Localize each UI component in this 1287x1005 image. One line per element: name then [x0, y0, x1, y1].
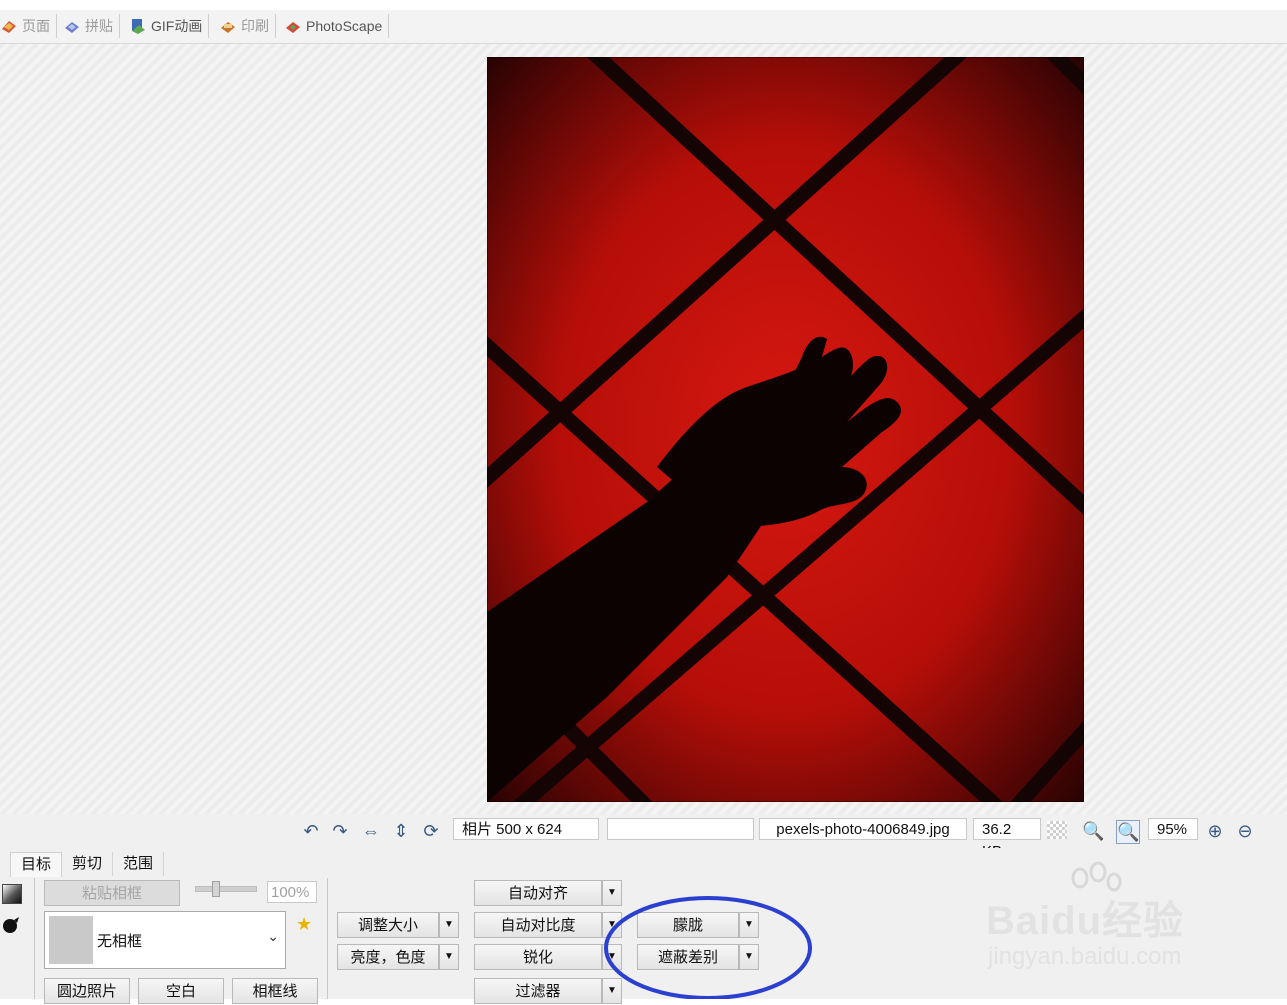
tab-target[interactable]: 目标	[10, 852, 63, 877]
tab-print[interactable]: 印刷	[219, 14, 276, 38]
chevron-down-icon: ⌄	[267, 928, 279, 944]
watermark-brand: Baidu经验	[986, 899, 1185, 943]
top-strip	[0, 0, 1287, 10]
image-viewer[interactable]	[0, 44, 1287, 814]
transparency-icon[interactable]	[1047, 821, 1067, 839]
frame-select-value: 无相框	[97, 933, 143, 950]
brightness-button[interactable]: 亮度，色度	[337, 944, 439, 970]
auto-level-button[interactable]: 自动对齐	[474, 880, 602, 906]
paste-frame-button[interactable]: 粘贴相框	[44, 880, 180, 906]
combine-icon	[63, 17, 81, 35]
file-name: pexels-photo-4006849.jpg	[759, 818, 967, 840]
star-icon[interactable]: ★	[296, 914, 312, 935]
tab-gif-label: GIF动画	[151, 18, 203, 34]
zoom-actual-icon[interactable]: 🔍	[1082, 820, 1104, 842]
flip-vertical-icon[interactable]: ⇕	[390, 820, 412, 842]
edit-panel: 目标 剪切 范围 粘贴相框 100% 无相框 ⌄ ★ 圆边照片 空白 相框线 调…	[0, 848, 1287, 1004]
frame-select[interactable]: 无相框 ⌄	[44, 911, 286, 969]
print-icon	[219, 17, 237, 35]
undo-icon[interactable]: ↶	[300, 820, 322, 842]
frame-line-button[interactable]: 相框线	[232, 978, 318, 1004]
blank-button[interactable]: 空白	[138, 978, 224, 1004]
tab-range[interactable]: 范围	[113, 852, 165, 876]
zoom-out-icon[interactable]: ⊖	[1234, 820, 1256, 842]
brightness-dropdown-icon[interactable]: ▼	[439, 944, 459, 970]
photo-canvas[interactable]	[487, 57, 1084, 802]
sub-tabs: 目标 剪切 范围	[10, 852, 165, 877]
flip-horizontal-icon[interactable]: ⇔	[360, 820, 382, 842]
auto-contrast-button[interactable]: 自动对比度	[474, 912, 602, 938]
status-bar: ↶ ↷ ⇔ ⇕ ⟳ 相片 500 x 624 pexels-photo-4006…	[0, 814, 1287, 860]
page-icon	[0, 17, 18, 35]
status-empty-field	[607, 818, 754, 840]
opacity-slider[interactable]	[195, 881, 257, 897]
frame-thumbnail	[49, 916, 93, 964]
gif-icon	[129, 17, 147, 35]
opacity-value: 100%	[267, 881, 317, 903]
tab-photoscape-label: PhotoScape	[306, 18, 383, 34]
tab-combine-label: 拼贴	[85, 18, 113, 34]
zoom-fit-icon[interactable]: 🔍	[1116, 820, 1140, 844]
filter-button[interactable]: 过滤器	[474, 978, 602, 1004]
photoscape-icon	[284, 17, 302, 35]
rotate-icon[interactable]: ⟳	[420, 820, 442, 842]
file-size: 36.2 KB	[973, 818, 1041, 860]
zoom-in-icon[interactable]: ⊕	[1204, 820, 1226, 842]
tab-crop[interactable]: 剪切	[62, 852, 114, 876]
resize-dropdown-icon[interactable]: ▼	[439, 912, 459, 938]
resize-button[interactable]: 调整大小	[337, 912, 439, 938]
tab-print-label: 印刷	[241, 18, 269, 34]
round-photo-button[interactable]: 圆边照片	[44, 978, 130, 1004]
divider	[34, 878, 35, 999]
sharpen-button[interactable]: 锐化	[474, 944, 602, 970]
brush-tool-icon[interactable]	[2, 916, 20, 934]
watermark-url: jingyan.baidu.com	[988, 943, 1182, 970]
photo-image	[487, 57, 1084, 802]
tab-page[interactable]: 页面	[0, 14, 57, 38]
redo-icon[interactable]: ↷	[329, 820, 351, 842]
divider	[327, 878, 328, 999]
tab-photoscape[interactable]: PhotoScape	[284, 14, 390, 38]
mode-tab-bar: 页面 拼贴 GIF动画 印刷 PhotoScape	[0, 10, 1287, 44]
opacity-slider-thumb[interactable]	[212, 881, 220, 897]
frame-tool-icon[interactable]	[2, 884, 22, 904]
tab-gif[interactable]: GIF动画	[129, 14, 210, 38]
zoom-level: 95%	[1148, 818, 1198, 840]
tab-combine[interactable]: 拼贴	[63, 14, 120, 38]
image-dimensions: 相片 500 x 624	[453, 818, 599, 840]
tab-page-label: 页面	[22, 18, 50, 34]
highlight-circle	[604, 896, 812, 999]
